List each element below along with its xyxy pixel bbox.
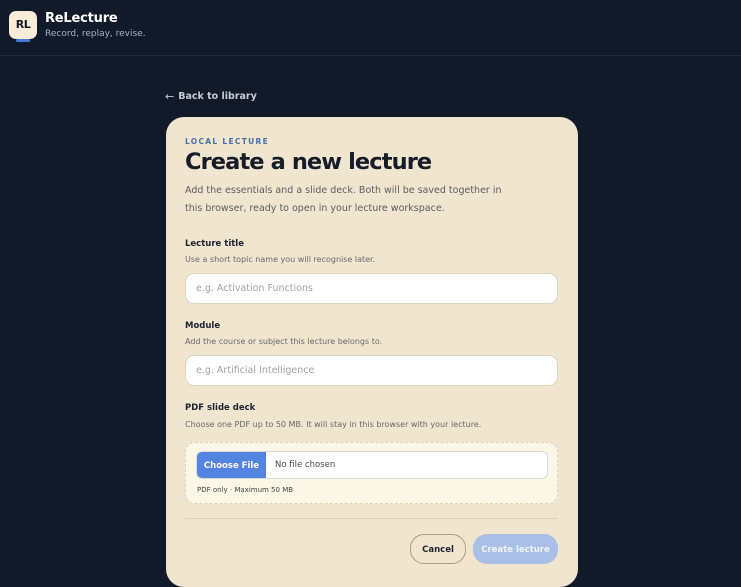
app-name: ReLecture	[45, 11, 118, 26]
lecture-title-input[interactable]	[185, 273, 558, 304]
file-constraints-note: PDF only · Maximum 50 MB	[197, 486, 294, 494]
app-tagline: Record, replay, revise.	[45, 29, 146, 39]
file-input[interactable]: Choose File No file chosen	[196, 451, 548, 479]
pdf-label: PDF slide deck	[185, 403, 256, 413]
create-lecture-card: LOCAL LECTURE Create a new lecture Add t…	[166, 117, 578, 587]
eyebrow-label: LOCAL LECTURE	[185, 137, 269, 146]
page-description: Add the essentials and a slide deck. Bot…	[185, 185, 502, 214]
lecture-title-label: Lecture title	[185, 239, 244, 249]
arrow-left-icon: ←	[165, 90, 175, 103]
choose-file-button[interactable]: Choose File	[197, 452, 266, 478]
module-input[interactable]	[185, 355, 558, 386]
cancel-button[interactable]: Cancel	[410, 534, 466, 564]
file-status-text: No file chosen	[275, 460, 336, 470]
back-link-label: Back to library	[178, 91, 257, 102]
pdf-help: Choose one PDF up to 50 MB. It will stay…	[185, 420, 482, 429]
app-logo[interactable]: RL	[9, 11, 37, 39]
create-lecture-button[interactable]: Create lecture	[473, 534, 558, 564]
back-to-library-link[interactable]: ← Back to library	[165, 90, 257, 103]
page-title: Create a new lecture	[185, 149, 432, 175]
module-help: Add the course or subject this lecture b…	[185, 337, 383, 346]
logo-accent	[16, 39, 30, 42]
form-divider	[185, 518, 558, 519]
lecture-title-help: Use a short topic name you will recognis…	[185, 255, 376, 264]
pdf-drop-zone[interactable]: Choose File No file chosen PDF only · Ma…	[185, 442, 558, 504]
module-label: Module	[185, 321, 221, 331]
top-bar: RL ReLecture Record, replay, revise.	[0, 0, 741, 56]
